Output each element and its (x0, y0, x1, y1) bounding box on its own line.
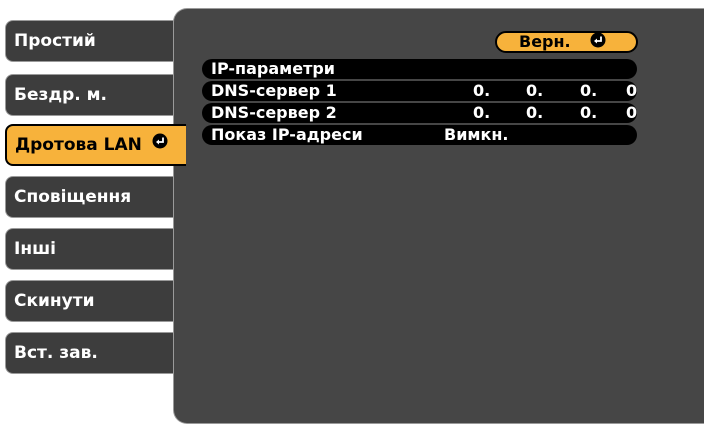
dns1-octet-3: 0. (580, 81, 598, 100)
dns2-octet-1: 0. (473, 103, 491, 122)
dns-server-2-row[interactable]: DNS-сервер 2 0. 0. 0. 0 (202, 103, 637, 123)
sidebar-item-wireless[interactable]: Бездр. м. (5, 74, 185, 116)
dns1-octet-2: 0. (526, 81, 544, 100)
sidebar-item-notifications[interactable]: Сповіщення (5, 176, 185, 218)
wired-lan-panel: Верн. IP-параметри DNS-сервер 1 0. 0. 0.… (173, 8, 704, 424)
row-label: DNS-сервер 2 (211, 103, 337, 122)
show-ip-address-value: Вимкн. (444, 125, 509, 144)
dns2-octet-3: 0. (580, 103, 598, 122)
sidebar-item-label: Простий (14, 31, 96, 51)
row-label: DNS-сервер 1 (211, 81, 337, 100)
sidebar-item-label: Скинути (14, 291, 95, 311)
sidebar-item-reset[interactable]: Скинути (5, 280, 185, 322)
sidebar-item-label: Дротова LAN (15, 135, 142, 155)
sidebar-item-setup[interactable]: Вст. зав. (5, 332, 185, 374)
dns1-octet-1: 0. (473, 81, 491, 100)
dns-server-1-row[interactable]: DNS-сервер 1 0. 0. 0. 0 (202, 81, 637, 101)
enter-icon (590, 32, 606, 52)
return-button[interactable]: Верн. (495, 31, 638, 53)
dns1-octet-4: 0 (626, 81, 638, 100)
sidebar-item-simple[interactable]: Простий (5, 20, 185, 62)
row-label: IP-параметри (211, 59, 336, 78)
sidebar-item-label: Сповіщення (14, 187, 132, 207)
sidebar-item-wired-lan[interactable]: Дротова LAN (5, 124, 186, 166)
row-label: Показ IP-адреси (211, 125, 363, 144)
sidebar-item-label: Бездр. м. (14, 85, 107, 105)
sidebar-item-label: Інші (14, 239, 56, 259)
enter-icon (152, 125, 168, 163)
dns2-octet-4: 0 (626, 103, 638, 122)
sidebar-item-other[interactable]: Інші (5, 228, 185, 270)
return-button-label: Верн. (519, 32, 571, 51)
show-ip-address-row[interactable]: Показ IP-адреси Вимкн. (202, 125, 637, 145)
ip-settings-row[interactable]: IP-параметри (202, 59, 637, 79)
sidebar-item-label: Вст. зав. (14, 343, 98, 363)
dns2-octet-2: 0. (526, 103, 544, 122)
